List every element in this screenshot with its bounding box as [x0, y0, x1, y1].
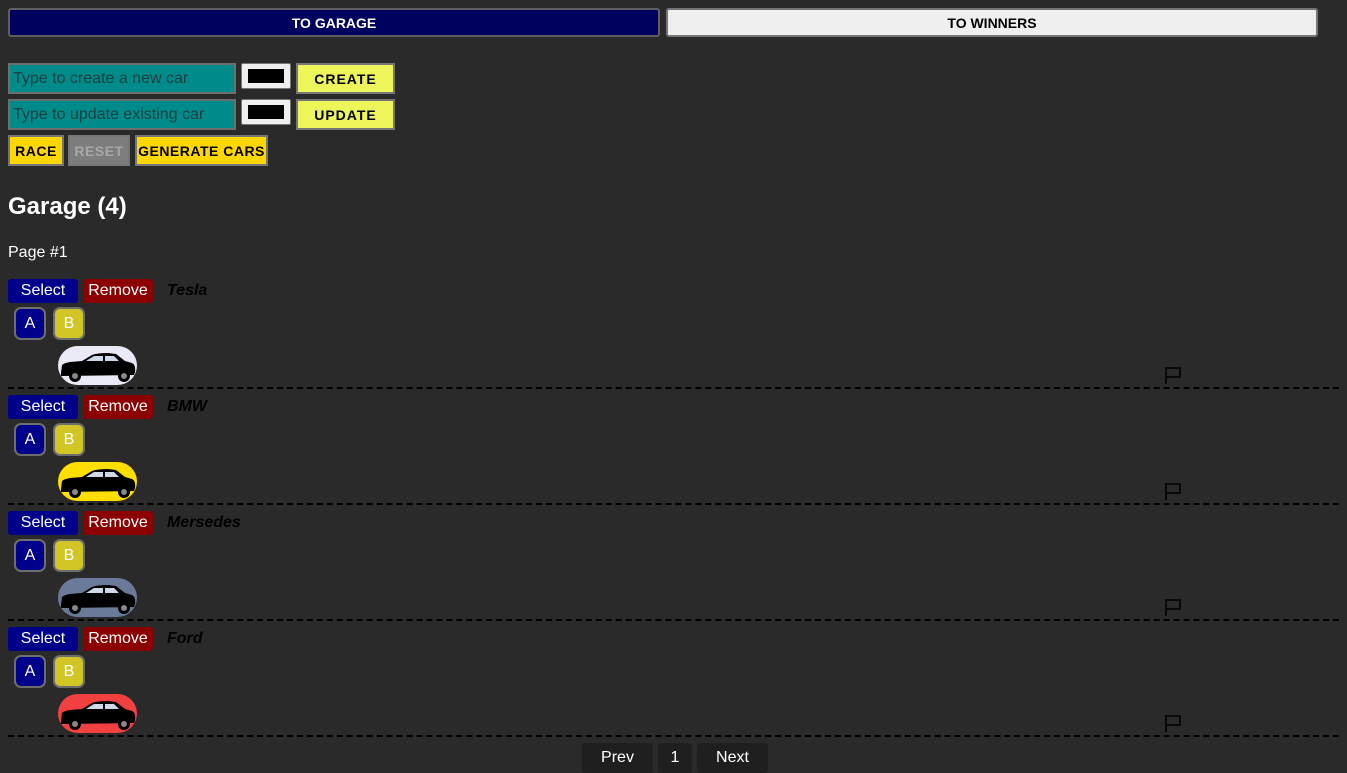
create-name-input[interactable] [8, 63, 236, 94]
car-name: Ford [167, 630, 203, 647]
stop-engine-button[interactable]: B [53, 307, 85, 340]
reset-button[interactable]: RESET [68, 135, 130, 166]
start-engine-button[interactable]: A [14, 307, 46, 340]
main-nav: TO GARAGE TO WINNERS [8, 8, 1318, 37]
to-garage-button[interactable]: TO GARAGE [8, 8, 660, 37]
to-winners-button[interactable]: TO WINNERS [666, 8, 1318, 37]
finish-flag-icon [1163, 365, 1183, 385]
generate-cars-button[interactable]: GENERATE CARS [135, 135, 268, 166]
create-color-picker[interactable] [241, 63, 291, 89]
update-button[interactable]: UPDATE [296, 99, 395, 130]
car-track: Select Remove Mersedes A B [8, 511, 1339, 621]
update-name-input[interactable] [8, 99, 236, 130]
finish-flag-icon [1163, 713, 1183, 733]
select-car-button[interactable]: Select [8, 511, 78, 535]
car-name: Tesla [167, 282, 208, 299]
remove-car-button[interactable]: Remove [83, 627, 153, 651]
update-color-picker[interactable] [241, 99, 291, 125]
remove-car-button[interactable]: Remove [83, 279, 153, 303]
stop-engine-button[interactable]: B [53, 655, 85, 688]
stop-engine-button[interactable]: B [53, 423, 85, 456]
race-button[interactable]: RACE [8, 135, 64, 166]
car-icon [58, 462, 137, 501]
start-engine-button[interactable]: A [14, 655, 46, 688]
next-page-button[interactable]: Next [697, 743, 768, 773]
start-engine-button[interactable]: A [14, 539, 46, 572]
car-name: Mersedes [167, 514, 241, 531]
current-page-number: 1 [658, 743, 692, 773]
update-color-swatch [248, 105, 284, 119]
stop-engine-button[interactable]: B [53, 539, 85, 572]
select-car-button[interactable]: Select [8, 279, 78, 303]
page-label: Page #1 [8, 244, 68, 261]
finish-flag-icon [1163, 481, 1183, 501]
remove-car-button[interactable]: Remove [83, 395, 153, 419]
finish-flag-icon [1163, 597, 1183, 617]
create-color-swatch [248, 69, 284, 83]
start-engine-button[interactable]: A [14, 423, 46, 456]
car-icon [58, 346, 137, 385]
car-track: Select Remove BMW A B [8, 395, 1339, 505]
prev-page-button[interactable]: Prev [582, 743, 653, 773]
car-track: Select Remove Ford A B [8, 627, 1339, 737]
create-button[interactable]: CREATE [296, 63, 395, 94]
car-name: BMW [167, 398, 207, 415]
select-car-button[interactable]: Select [8, 395, 78, 419]
select-car-button[interactable]: Select [8, 627, 78, 651]
car-track: Select Remove Tesla A B [8, 279, 1339, 389]
car-icon [58, 694, 137, 733]
garage-title: Garage (4) [8, 193, 127, 220]
remove-car-button[interactable]: Remove [83, 511, 153, 535]
car-icon [58, 578, 137, 617]
